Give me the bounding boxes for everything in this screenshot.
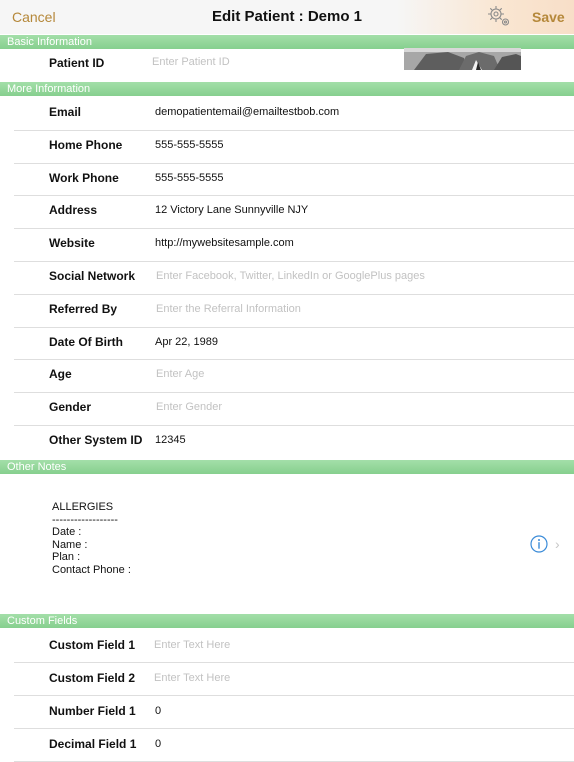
custom-field-2-label: Custom Field 2 <box>49 671 136 685</box>
website-field[interactable]: http://mywebsitesample.com <box>155 237 294 249</box>
patient-id-label: Patient ID <box>49 56 105 70</box>
navigation-bar: Cancel Edit Patient : Demo 1 Save <box>0 0 574 34</box>
save-button[interactable]: Save <box>532 9 565 25</box>
decimal-field-1-label: Decimal Field 1 <box>49 737 137 751</box>
other-system-id-label: Other System ID <box>49 433 143 447</box>
referred-by-field[interactable]: Enter the Referral Information <box>156 303 301 315</box>
number-field-1-field[interactable]: 0 <box>155 705 161 717</box>
social-network-row[interactable]: Social Network Enter Facebook, Twitter, L… <box>0 261 574 294</box>
social-network-label: Social Network <box>49 269 136 283</box>
section-header-basic-information: Basic Information <box>0 35 574 49</box>
patient-id-input[interactable]: Enter Patient ID <box>152 56 230 68</box>
patient-photo-image <box>404 48 521 70</box>
address-row[interactable]: Address 12 Victory Lane Sunnyville NJY <box>0 195 574 228</box>
decimal-field-1-row[interactable]: Decimal Field 1 0 <box>0 728 574 761</box>
custom-field-2-field[interactable]: Enter Text Here <box>154 672 230 684</box>
notes-line: ------------------ <box>52 513 118 526</box>
home-phone-label: Home Phone <box>49 137 123 152</box>
notes-line: ALLERGIES <box>52 501 114 513</box>
info-icon[interactable] <box>530 535 548 553</box>
home-phone-row[interactable]: Home Phone 555-555-5555 <box>0 130 574 163</box>
chevron-right-icon[interactable]: › <box>555 536 560 552</box>
patient-photo[interactable] <box>404 48 521 70</box>
notes-line: Contact Phone : <box>52 563 131 576</box>
age-label: Age <box>49 367 72 382</box>
address-field[interactable]: 12 Victory Lane Sunnyville NJY <box>155 204 308 216</box>
gender-field[interactable]: Enter Gender <box>156 401 222 413</box>
gender-row[interactable]: Gender Enter Gender <box>0 392 574 425</box>
website-label: Website <box>49 236 95 251</box>
age-field[interactable]: Enter Age <box>156 368 204 380</box>
work-phone-field[interactable]: 555-555-5555 <box>155 172 224 184</box>
date-of-birth-row[interactable]: Date Of Birth Apr 22, 1989 <box>0 327 574 360</box>
notes-line: Name : <box>52 538 88 551</box>
custom-field-1-row[interactable]: Custom Field 1 Enter Text Here <box>0 629 574 662</box>
notes-text[interactable]: ALLERGIES ------------------ Date : Name… <box>52 501 131 577</box>
address-label: Address <box>49 203 98 218</box>
age-row[interactable]: Age Enter Age <box>0 359 574 392</box>
other-system-id-row[interactable]: Other System ID 12345 <box>0 425 574 458</box>
custom-field-1-label: Custom Field 1 <box>49 638 136 652</box>
notes-line: Plan : <box>52 551 81 564</box>
referred-by-row[interactable]: Referred By Enter the Referral Informatio… <box>0 294 574 327</box>
section-header-more-information: More Information <box>0 82 574 96</box>
custom-field-2-row[interactable]: Custom Field 2 Enter Text Here <box>0 662 574 695</box>
referred-by-label: Referred By <box>49 301 118 316</box>
number-field-1-row[interactable]: Number Field 1 0 <box>0 695 574 728</box>
custom-field-1-field[interactable]: Enter Text Here <box>154 639 230 651</box>
number-field-1-label: Number Field 1 <box>49 704 136 718</box>
other-system-id-field[interactable]: 12345 <box>155 434 186 446</box>
gender-label: Gender <box>49 400 92 415</box>
decimal-field-1-field[interactable]: 0 <box>155 738 161 750</box>
section-header-custom-fields: Custom Fields <box>0 614 574 628</box>
work-phone-row[interactable]: Work Phone 555-555-5555 <box>0 163 574 196</box>
email-row[interactable]: Email demopatientemail@emailtestbob.com <box>0 97 574 130</box>
work-phone-label: Work Phone <box>49 170 119 185</box>
notes-line: Date : <box>52 526 82 539</box>
home-phone-field[interactable]: 555-555-5555 <box>155 139 224 151</box>
section-header-other-notes: Other Notes <box>0 460 574 474</box>
date-of-birth-label: Date Of Birth <box>49 334 124 349</box>
social-network-field[interactable]: Enter Facebook, Twitter, LinkedIn or Goo… <box>156 270 425 282</box>
date-of-birth-field[interactable]: Apr 22, 1989 <box>155 336 218 348</box>
email-label: Email <box>49 105 82 119</box>
website-row[interactable]: Website http://mywebsitesample.com <box>0 228 574 261</box>
settings-gear-icon[interactable] <box>486 4 512 28</box>
email-field[interactable]: demopatientemail@emailtestbob.com <box>155 106 339 118</box>
